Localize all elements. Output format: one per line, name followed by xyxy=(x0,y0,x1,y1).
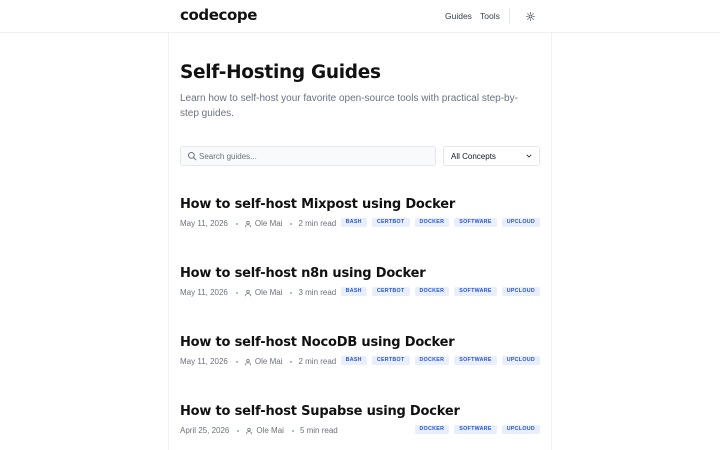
tag-badge[interactable]: UPCLOUD xyxy=(501,218,540,227)
article-meta: May 11, 2026 Ole Mai 2 min read xyxy=(180,357,336,366)
meta-separator xyxy=(290,222,293,225)
tag-badge[interactable]: DOCKER xyxy=(414,287,450,296)
article-date: May 11, 2026 xyxy=(180,357,228,366)
tag-badge[interactable]: BASH xyxy=(340,287,367,296)
article-author: Ole Mai xyxy=(254,288,283,297)
article-title-link[interactable]: How to self-host Mixpost using Docker xyxy=(180,197,455,212)
article-item: How to self-host Mixpost using Docker May… xyxy=(180,197,540,237)
tag-badge[interactable]: BASH xyxy=(340,218,367,227)
meta-separator xyxy=(235,291,238,294)
site-logo[interactable]: codecope xyxy=(180,6,257,24)
article-read-time: 5 min read xyxy=(299,426,338,435)
theme-toggle-button[interactable] xyxy=(521,7,539,25)
article-tags: DOCKER SOFTWARE UPCLOUD xyxy=(414,425,540,434)
user-icon xyxy=(244,289,251,296)
article-read-time: 2 min read xyxy=(298,357,337,366)
article-date: May 11, 2026 xyxy=(180,288,228,297)
user-icon xyxy=(246,427,253,434)
tag-badge[interactable]: SOFTWARE xyxy=(454,287,497,296)
tag-badge[interactable]: SOFTWARE xyxy=(454,218,497,227)
container-border-right xyxy=(551,33,552,450)
article-author: Ole Mai xyxy=(256,426,284,435)
meta-separator xyxy=(290,360,293,363)
article-tags: BASH CERTBOT DOCKER SOFTWARE UPCLOUD xyxy=(340,356,540,365)
tag-badge[interactable]: DOCKER xyxy=(414,356,450,365)
nav-divider xyxy=(509,8,510,24)
tag-badge[interactable]: UPCLOUD xyxy=(501,425,540,434)
tag-badge[interactable]: SOFTWARE xyxy=(454,356,497,365)
user-icon xyxy=(244,358,251,365)
meta-separator xyxy=(237,429,240,432)
article-date: April 25, 2026 xyxy=(180,426,230,435)
page-subtitle: Learn how to self-host your favorite ope… xyxy=(180,93,518,119)
tag-badge[interactable]: BASH xyxy=(340,356,367,365)
concept-select[interactable]: All Concepts xyxy=(443,146,540,166)
tag-badge[interactable]: UPCLOUD xyxy=(501,356,540,365)
article-meta: May 11, 2026 Ole Mai 3 min read xyxy=(180,288,336,297)
article-tags: BASH CERTBOT DOCKER SOFTWARE UPCLOUD xyxy=(340,287,540,296)
meta-separator xyxy=(291,429,294,432)
article-item: How to self-host n8n using Docker May 11,… xyxy=(180,266,540,306)
article-read-time: 3 min read xyxy=(298,288,337,297)
article-item: How to self-host Supabse using Docker Apr… xyxy=(180,404,540,444)
tag-badge[interactable]: CERTBOT xyxy=(371,287,410,296)
site-header: codecope Guides Tools xyxy=(0,0,720,33)
search-box[interactable] xyxy=(180,146,436,166)
search-icon xyxy=(187,151,197,161)
user-icon xyxy=(244,220,251,227)
article-title-link[interactable]: How to self-host n8n using Docker xyxy=(180,266,426,281)
article-meta: May 11, 2026 Ole Mai 2 min read xyxy=(180,219,336,228)
article-date: May 11, 2026 xyxy=(180,219,228,228)
article-title-link[interactable]: How to self-host NocoDB using Docker xyxy=(180,335,455,350)
sun-icon xyxy=(525,11,535,21)
tag-badge[interactable]: UPCLOUD xyxy=(501,287,540,296)
article-author: Ole Mai xyxy=(254,357,283,366)
search-input[interactable] xyxy=(199,149,429,163)
meta-separator xyxy=(235,360,238,363)
tag-badge[interactable]: SOFTWARE xyxy=(454,425,497,434)
container-border-left xyxy=(168,33,169,450)
article-meta: April 25, 2026 Ole Mai 5 min read xyxy=(180,426,338,435)
article-read-time: 2 min read xyxy=(298,219,337,228)
meta-separator xyxy=(235,222,238,225)
tag-badge[interactable]: DOCKER xyxy=(414,425,450,434)
article-title-link[interactable]: How to self-host Supabse using Docker xyxy=(180,404,460,419)
nav-tools[interactable]: Tools xyxy=(480,11,500,21)
tag-badge[interactable]: CERTBOT xyxy=(371,356,410,365)
page-title: Self-Hosting Guides xyxy=(180,62,381,83)
chevron-down-icon xyxy=(526,154,532,158)
meta-separator xyxy=(290,291,293,294)
nav-guides[interactable]: Guides xyxy=(445,11,472,21)
article-tags: BASH CERTBOT DOCKER SOFTWARE UPCLOUD xyxy=(340,218,540,227)
article-item: How to self-host NocoDB using Docker May … xyxy=(180,335,540,375)
concept-select-value: All Concepts xyxy=(451,152,496,161)
tag-badge[interactable]: DOCKER xyxy=(414,218,450,227)
tag-badge[interactable]: CERTBOT xyxy=(371,218,410,227)
article-author: Ole Mai xyxy=(254,219,283,228)
